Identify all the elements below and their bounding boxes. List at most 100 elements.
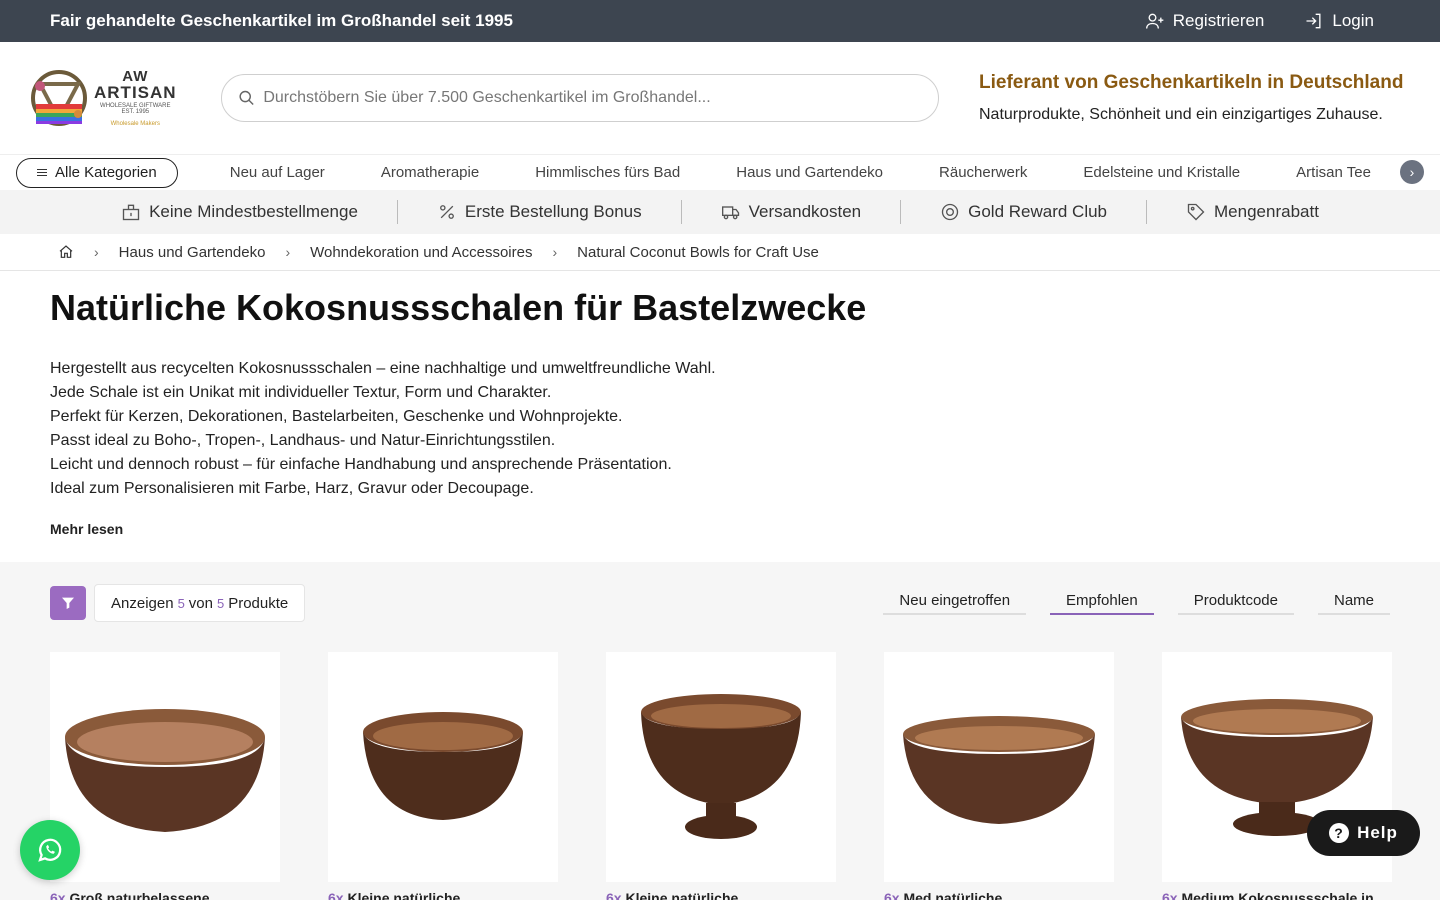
product-name[interactable]: 6x Kleine natürliche: [606, 890, 836, 900]
product-listing: Anzeigen 5 von 5 Produkte Neu eingetroff…: [0, 562, 1440, 900]
filter-button[interactable]: [50, 586, 86, 620]
description-line: Passt ideal zu Boho-, Tropen-, Landhaus-…: [50, 432, 556, 449]
product-title: Medium Kokosnussschale in: [1181, 890, 1374, 900]
category-item[interactable]: Haus und Gartendeko: [736, 164, 883, 181]
category-item[interactable]: Himmlisches fürs Bad: [535, 164, 680, 181]
product-card[interactable]: 6x Kleine natürliche: [606, 652, 836, 900]
register-link[interactable]: Registrieren: [1145, 11, 1265, 31]
category-item[interactable]: Edelsteine und Kristalle: [1083, 164, 1240, 181]
product-card[interactable]: 6x Med natürliche: [884, 652, 1114, 900]
breadcrumb-current: Natural Coconut Bowls for Craft Use: [577, 243, 819, 261]
tagline: Fair gehandelte Geschenkartikel im Großh…: [50, 11, 513, 30]
description-line: Jede Schale ist ein Unikat mit individue…: [50, 384, 552, 401]
benefit-volume-discount[interactable]: Mengenrabatt: [1147, 202, 1358, 222]
promo-headline: Lieferant von Geschenkartikeln in Deutsc…: [979, 72, 1404, 93]
category-next-button[interactable]: ›: [1400, 160, 1424, 184]
product-name[interactable]: 6x Med natürliche: [884, 890, 1114, 900]
read-more-link[interactable]: Mehr lesen: [50, 521, 1390, 537]
benefit-shipping[interactable]: Versandkosten: [682, 202, 900, 222]
description-line: Perfekt für Kerzen, Dekorationen, Bastel…: [50, 408, 623, 425]
listing-toolbar: Anzeigen 5 von 5 Produkte Neu eingetroff…: [0, 562, 1440, 622]
sort-product-code[interactable]: Produktcode: [1177, 592, 1294, 615]
breadcrumb: › Haus und Gartendeko › Wohndekoration u…: [0, 234, 1440, 271]
sort-new[interactable]: Neu eingetroffen: [883, 592, 1027, 615]
box-icon: [122, 204, 140, 221]
home-icon[interactable]: [58, 244, 74, 260]
product-image[interactable]: [328, 652, 558, 882]
category-item[interactable]: Neu auf Lager: [230, 164, 325, 181]
coconut-bowl-image: [65, 709, 265, 832]
description-line: Ideal zum Personalisieren mit Farbe, Har…: [50, 480, 534, 497]
product-image[interactable]: [884, 652, 1114, 882]
count-unit: Produkte: [228, 594, 289, 612]
count-of: von: [188, 594, 213, 612]
category-nav: Alle Kategorien Neu auf Lager Aromathera…: [0, 154, 1440, 190]
breadcrumb-item[interactable]: Haus und Gartendeko: [119, 244, 266, 261]
search-bar: [221, 74, 939, 122]
menu-icon: [37, 169, 47, 176]
coconut-footed-bowl-image: [641, 694, 801, 839]
product-name[interactable]: 6x Kleine natürliche: [328, 890, 558, 900]
filter-icon: [62, 597, 74, 609]
benefit-no-minimum[interactable]: Keine Mindestbestellmenge: [82, 202, 397, 222]
benefit-label: Mengenrabatt: [1214, 202, 1319, 221]
help-label: Help: [1357, 823, 1398, 842]
product-image[interactable]: [606, 652, 836, 882]
category-item[interactable]: Aromatherapie: [381, 164, 479, 181]
category-item[interactable]: Räucherwerk: [939, 164, 1027, 181]
count-total: 5: [216, 595, 225, 611]
whatsapp-button[interactable]: [20, 820, 80, 880]
product-name[interactable]: 6x Groß naturbelassene: [50, 890, 280, 900]
coconut-bowl-image: [903, 716, 1095, 824]
benefit-label: Keine Mindestbestellmenge: [149, 202, 358, 221]
logo-mark-icon: [31, 70, 87, 126]
breadcrumb-item[interactable]: Wohndekoration und Accessoires: [310, 244, 532, 261]
count-shown: 5: [177, 595, 185, 611]
product-image[interactable]: [50, 652, 280, 882]
all-categories-label: Alle Kategorien: [55, 164, 157, 181]
product-title: Med natürliche: [903, 890, 1003, 900]
login-label: Login: [1332, 11, 1374, 30]
help-button[interactable]: ? Help: [1307, 810, 1420, 856]
all-categories-button[interactable]: Alle Kategorien: [16, 157, 178, 188]
sort-options: Neu eingetroffen Empfohlen Produktcode N…: [883, 592, 1390, 615]
promo-subline: Naturprodukte, Schönheit und ein einziga…: [979, 106, 1383, 123]
description-line: Leicht und dennoch robust – für einfache…: [50, 456, 672, 473]
product-qty: 6x: [884, 890, 900, 900]
coconut-bowl-image: [363, 712, 523, 820]
truck-icon: [721, 206, 739, 220]
site-header: AW ARTISAN WHOLESALE GIFTWARE EST. 1995 …: [0, 42, 1440, 154]
description-line: Hergestellt aus recycelten Kokosnussscha…: [50, 360, 716, 377]
logo[interactable]: AW ARTISAN WHOLESALE GIFTWARE EST. 1995 …: [28, 58, 178, 138]
benefit-label: Versandkosten: [748, 202, 862, 221]
tag-icon: [1187, 203, 1205, 221]
sort-recommended[interactable]: Empfohlen: [1050, 592, 1154, 615]
product-name[interactable]: 6x Medium Kokosnussschale in: [1162, 890, 1392, 900]
search-icon: [239, 90, 254, 106]
product-card[interactable]: 6x Kleine natürliche: [328, 652, 558, 900]
logo-line1: AW: [122, 68, 149, 85]
product-card[interactable]: 6x Groß naturbelassene: [50, 652, 280, 900]
chevron-right-icon: ›: [94, 244, 99, 260]
benefit-label: Erste Bestellung Bonus: [464, 202, 642, 221]
whatsapp-icon: [38, 838, 62, 862]
product-grid: 6x Groß naturbelassene 6x Kleine natürli…: [0, 622, 1440, 900]
logo-line2: ARTISAN: [94, 83, 177, 102]
user-plus-icon: [1145, 13, 1164, 29]
account-actions: Registrieren Login: [1145, 11, 1374, 31]
promo-text: Lieferant von Geschenkartikeln in Deutsc…: [979, 72, 1403, 124]
register-label: Registrieren: [1172, 11, 1265, 30]
benefit-gold-club[interactable]: Gold Reward Club: [901, 202, 1146, 222]
sort-name[interactable]: Name: [1317, 592, 1390, 615]
product-card[interactable]: 6x Medium Kokosnussschale in: [1162, 652, 1392, 900]
category-item[interactable]: Artisan Tee: [1296, 164, 1371, 181]
category-list: Neu auf Lager Aromatherapie Himmlisches …: [230, 164, 1390, 181]
product-title: Kleine natürliche: [347, 890, 461, 900]
benefit-first-order[interactable]: Erste Bestellung Bonus: [398, 202, 681, 222]
logo-line4: EST. 1995: [121, 109, 150, 115]
search-input[interactable]: [263, 89, 922, 107]
product-qty: 6x: [606, 890, 622, 900]
product-qty: 6x: [328, 890, 344, 900]
login-link[interactable]: Login: [1304, 11, 1374, 31]
percent-icon: [440, 205, 454, 219]
